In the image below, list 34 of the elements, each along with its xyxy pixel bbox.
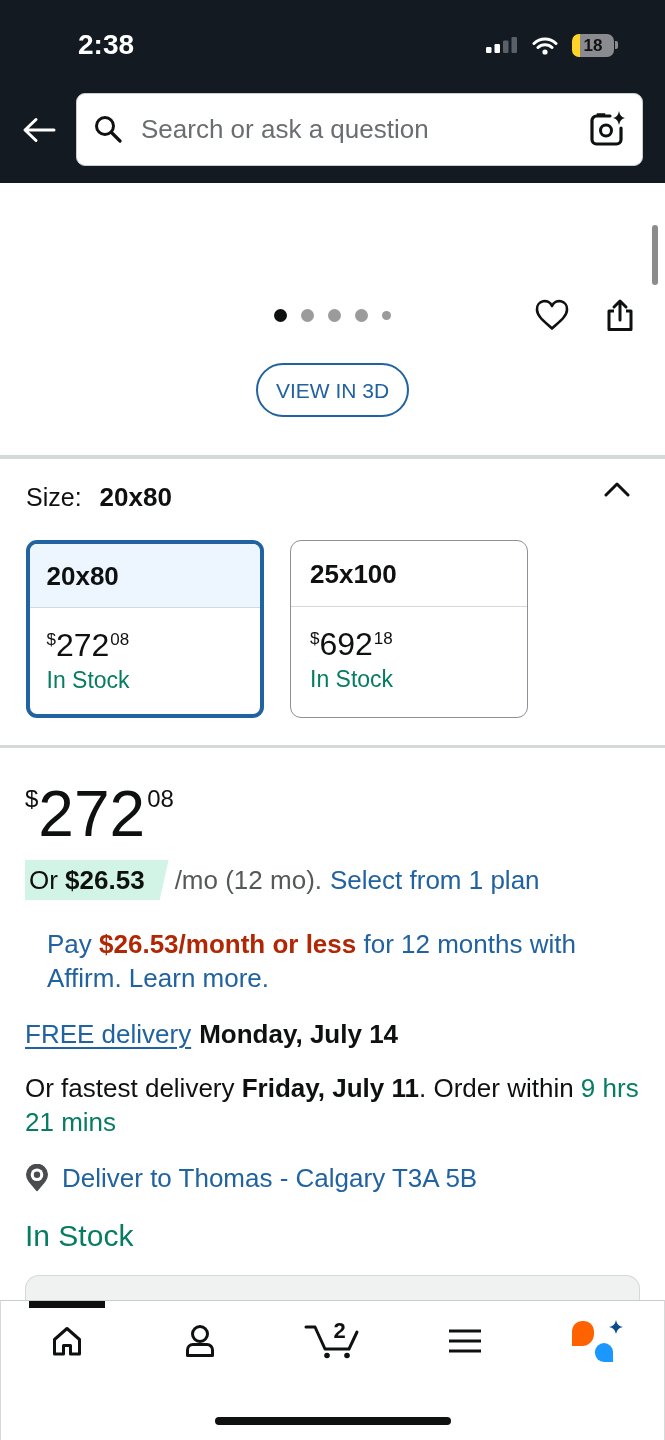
person-icon — [183, 1324, 216, 1358]
battery-indicator: 18 — [572, 33, 618, 57]
cellular-signal-icon — [486, 37, 518, 53]
status-time: 2:38 — [78, 31, 135, 59]
delivery-date-text: Monday, July 14 — [199, 1018, 399, 1051]
stock-status-text: In Stock — [25, 1218, 134, 1254]
size-label: Size: — [26, 484, 82, 510]
selected-size-value: 20x80 — [99, 484, 172, 510]
chevron-up-icon[interactable] — [604, 481, 630, 497]
share-icon[interactable] — [605, 298, 635, 332]
menu-icon — [448, 1328, 483, 1354]
size-option-name: 25x100 — [310, 560, 397, 587]
affirm-offer-link[interactable]: Pay $26.53/month or less for 12 months with Affirm. Learn more. — [47, 927, 620, 995]
home-icon — [51, 1325, 84, 1357]
fastest-delivery-text: Or fastest delivery Friday, July 11. Order within 9 hrs 21 mins — [25, 1072, 640, 1139]
select-plan-link[interactable]: Select from 1 plan — [330, 863, 540, 897]
back-arrow-icon[interactable] — [22, 116, 56, 143]
search-field[interactable]: Search or ask a question — [76, 93, 643, 166]
camera-sparkle-icon[interactable] — [588, 110, 626, 148]
delivery-location-link[interactable]: Deliver to Thomas - Calgary T3A 5B — [62, 1161, 478, 1195]
option-stock-status: In Stock — [46, 667, 130, 695]
scroll-indicator — [652, 225, 658, 285]
view-in-3d-button[interactable]: VIEW IN 3D — [255, 363, 410, 417]
option-stock-status: In Stock — [310, 666, 394, 694]
search-icon — [94, 115, 122, 143]
cart-tab[interactable]: 2 — [294, 1301, 371, 1381]
size-option-name: 20x80 — [46, 562, 119, 589]
monthly-price-badge: Or $26.53 — [25, 860, 169, 900]
location-pin-icon — [25, 1164, 49, 1192]
wifi-icon — [532, 35, 558, 55]
payment-term-text: /mo (12 mo). — [174, 864, 322, 897]
cart-count: 2 — [333, 1320, 346, 1342]
heart-icon[interactable] — [535, 299, 569, 331]
free-delivery-link[interactable]: FREE delivery — [25, 1017, 192, 1051]
